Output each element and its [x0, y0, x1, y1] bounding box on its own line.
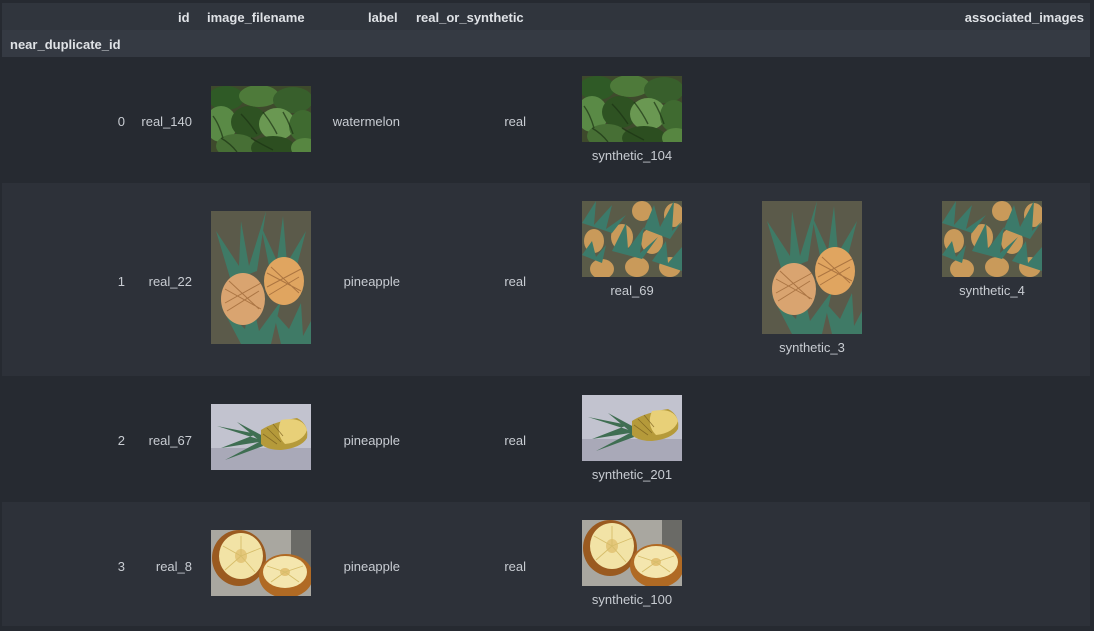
pineapple-crowd-image — [942, 201, 1042, 277]
associated-image-caption: synthetic_104 — [591, 148, 673, 163]
associated-image-item: real_69 — [582, 201, 682, 298]
pineapple-crowd-image — [582, 201, 682, 277]
associated-image-item: synthetic_100 — [582, 520, 682, 607]
table-row: 0 real_140 watermelon real synthetic_104 — [2, 57, 1090, 183]
associated-image-item: synthetic_3 — [762, 201, 862, 355]
row-label: watermelon — [332, 114, 400, 129]
associated-image-caption: synthetic_201 — [591, 467, 673, 482]
associated-image-caption: synthetic_4 — [959, 283, 1025, 298]
associated-image-item: synthetic_201 — [582, 395, 682, 482]
column-header-real-or-synthetic: real_or_synthetic — [416, 10, 524, 25]
table-row: 3 real_8 pineapple real synthetic_100 — [2, 502, 1090, 626]
row-label: pineapple — [343, 559, 400, 574]
row-index: 2 — [117, 433, 125, 448]
row-id: real_140 — [141, 114, 192, 129]
row-real-or-synthetic: real — [504, 433, 526, 448]
table-row: 2 real_67 pineapple real synthetic_201 — [2, 376, 1090, 502]
associated-image-caption: synthetic_100 — [591, 592, 673, 607]
watermelon-image — [211, 86, 311, 152]
row-index: 3 — [117, 559, 125, 574]
row-index: 0 — [117, 114, 125, 129]
associated-image-caption: real_69 — [610, 283, 654, 298]
column-header-image-filename: image_filename — [207, 10, 305, 25]
pineapple-cut-image — [582, 520, 682, 586]
row-real-or-synthetic: real — [504, 274, 526, 289]
dataframe-table: id image_filename label real_or_syntheti… — [2, 3, 1090, 626]
row-index: 1 — [117, 274, 125, 289]
pineapple-pile-image — [762, 201, 862, 334]
pineapple-half-image — [211, 404, 311, 470]
column-header-row: id image_filename label real_or_syntheti… — [2, 3, 1090, 30]
column-header-id: id — [178, 10, 190, 25]
row-label: pineapple — [343, 433, 400, 448]
pineapple-pile-image — [211, 211, 311, 344]
row-id: real_22 — [148, 274, 192, 289]
index-header-near-duplicate-id: near_duplicate_id — [10, 37, 121, 52]
associated-image-caption: synthetic_3 — [779, 340, 845, 355]
index-header-row: near_duplicate_id — [2, 30, 1090, 57]
pineapple-half-image — [582, 395, 682, 461]
associated-image-item: synthetic_104 — [582, 76, 682, 163]
row-label: pineapple — [343, 274, 400, 289]
row-real-or-synthetic: real — [504, 114, 526, 129]
table-row: 1 real_22 pineapple real real_69 synthet… — [2, 183, 1090, 376]
watermelon-image — [582, 76, 682, 142]
row-real-or-synthetic: real — [504, 559, 526, 574]
row-id: real_8 — [155, 559, 192, 574]
pineapple-cut-image — [211, 530, 311, 596]
column-header-label: label — [368, 10, 398, 25]
associated-image-item: synthetic_4 — [942, 201, 1042, 298]
column-header-associated-images: associated_images — [964, 10, 1084, 25]
row-id: real_67 — [148, 433, 192, 448]
